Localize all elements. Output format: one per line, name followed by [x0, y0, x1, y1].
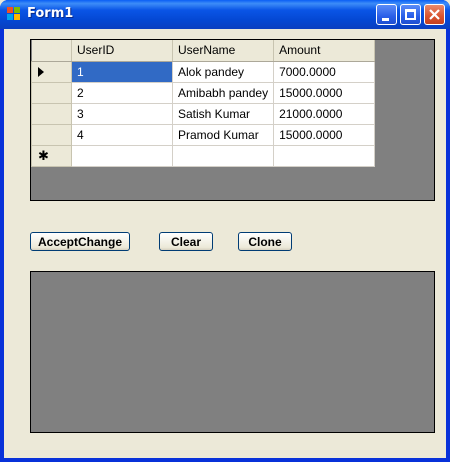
- users-datagrid[interactable]: UserID UserName Amount 1 Alok pandey 700…: [30, 39, 435, 201]
- cell-userid[interactable]: 1: [71, 60, 173, 83]
- new-row-star-icon: ✱: [38, 147, 49, 163]
- row-header[interactable]: [31, 60, 72, 83]
- table-row[interactable]: 2 Amibabh pandey 15000.0000: [31, 81, 376, 104]
- cell-userid[interactable]: 2: [71, 81, 173, 104]
- app-icon: [6, 6, 22, 22]
- column-header-userid[interactable]: UserID: [71, 40, 173, 62]
- row-header[interactable]: [31, 81, 72, 104]
- cell-username[interactable]: Amibabh pandey: [171, 81, 275, 104]
- clone-button[interactable]: Clone: [238, 232, 292, 251]
- row-header[interactable]: ✱: [31, 144, 72, 167]
- new-cell-amount[interactable]: [273, 144, 376, 167]
- row-header[interactable]: [31, 102, 72, 125]
- minimize-button[interactable]: [376, 4, 397, 25]
- window-title: Form1: [27, 6, 74, 21]
- table-row[interactable]: 1 Alok pandey 7000.0000: [31, 60, 376, 83]
- column-header-username[interactable]: UserName: [172, 40, 275, 62]
- cell-amount[interactable]: 15000.0000: [273, 123, 376, 146]
- cell-username[interactable]: Pramod Kumar: [171, 123, 275, 146]
- cell-username[interactable]: Alok pandey: [171, 60, 275, 83]
- cell-userid[interactable]: 4: [71, 123, 173, 146]
- cell-username[interactable]: Satish Kumar: [171, 102, 275, 125]
- cell-amount[interactable]: 7000.0000: [273, 60, 376, 83]
- current-row-arrow-icon: [38, 67, 44, 78]
- users-table: UserID UserName Amount 1 Alok pandey 700…: [31, 40, 376, 167]
- form-client-area: UserID UserName Amount 1 Alok pandey 700…: [4, 29, 446, 458]
- new-cell-username[interactable]: [171, 144, 275, 167]
- new-row[interactable]: ✱: [31, 144, 376, 167]
- close-button[interactable]: [424, 4, 445, 25]
- maximize-icon: [405, 9, 416, 20]
- maximize-button[interactable]: [400, 4, 421, 25]
- header-row: UserID UserName Amount: [31, 40, 376, 62]
- row-header[interactable]: [31, 123, 72, 146]
- table-row[interactable]: 3 Satish Kumar 21000.0000: [31, 102, 376, 125]
- title-bar[interactable]: Form1: [0, 0, 450, 29]
- close-icon: [429, 9, 440, 20]
- cell-userid[interactable]: 3: [71, 102, 173, 125]
- table-row[interactable]: 4 Pramod Kumar 15000.0000: [31, 123, 376, 146]
- cell-amount[interactable]: 15000.0000: [273, 81, 376, 104]
- column-header-amount[interactable]: Amount: [273, 40, 376, 62]
- clear-button[interactable]: Clear: [159, 232, 213, 251]
- accept-change-button[interactable]: AcceptChange: [30, 232, 130, 251]
- row-header-corner: [31, 40, 72, 62]
- minimize-icon: [382, 18, 389, 21]
- form1-window: Form1 UserID UserName Amount 1 Alok pand…: [0, 0, 450, 462]
- cell-amount[interactable]: 21000.0000: [273, 102, 376, 125]
- clone-datagrid[interactable]: [30, 271, 435, 433]
- new-cell-userid[interactable]: [71, 144, 173, 167]
